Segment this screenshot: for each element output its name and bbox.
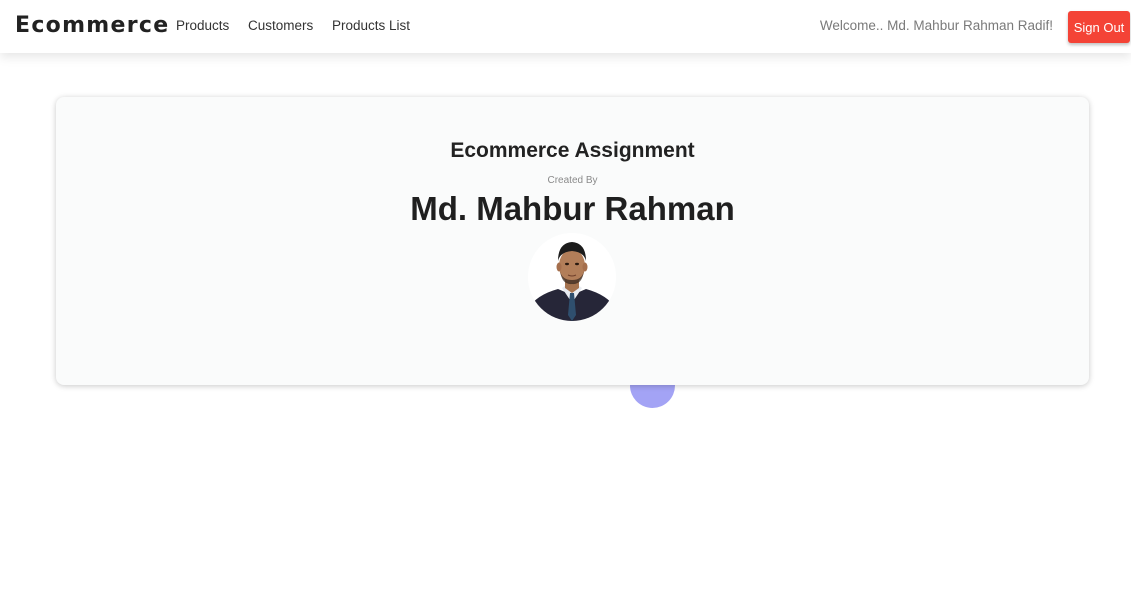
top-navbar: Ecommerce Products Customers Products Li… xyxy=(0,0,1131,53)
author-name: Md. Mahbur Rahman xyxy=(410,190,735,227)
sign-out-button[interactable]: Sign Out xyxy=(1068,11,1130,43)
author-avatar xyxy=(528,233,616,321)
created-by-label: Created By xyxy=(547,175,598,186)
info-card: Ecommerce Assignment Created By Md. Mahb… xyxy=(56,97,1089,385)
welcome-message: Welcome.. Md. Mahbur Rahman Radif! xyxy=(819,18,1053,33)
nav-link-products[interactable]: Products xyxy=(176,18,229,33)
card-title: Ecommerce Assignment xyxy=(450,139,695,162)
author-photo-icon xyxy=(528,233,616,321)
nav-link-products-list[interactable]: Products List xyxy=(332,18,410,33)
brand-logo[interactable]: Ecommerce xyxy=(15,13,169,38)
nav-link-customers[interactable]: Customers xyxy=(248,18,313,33)
